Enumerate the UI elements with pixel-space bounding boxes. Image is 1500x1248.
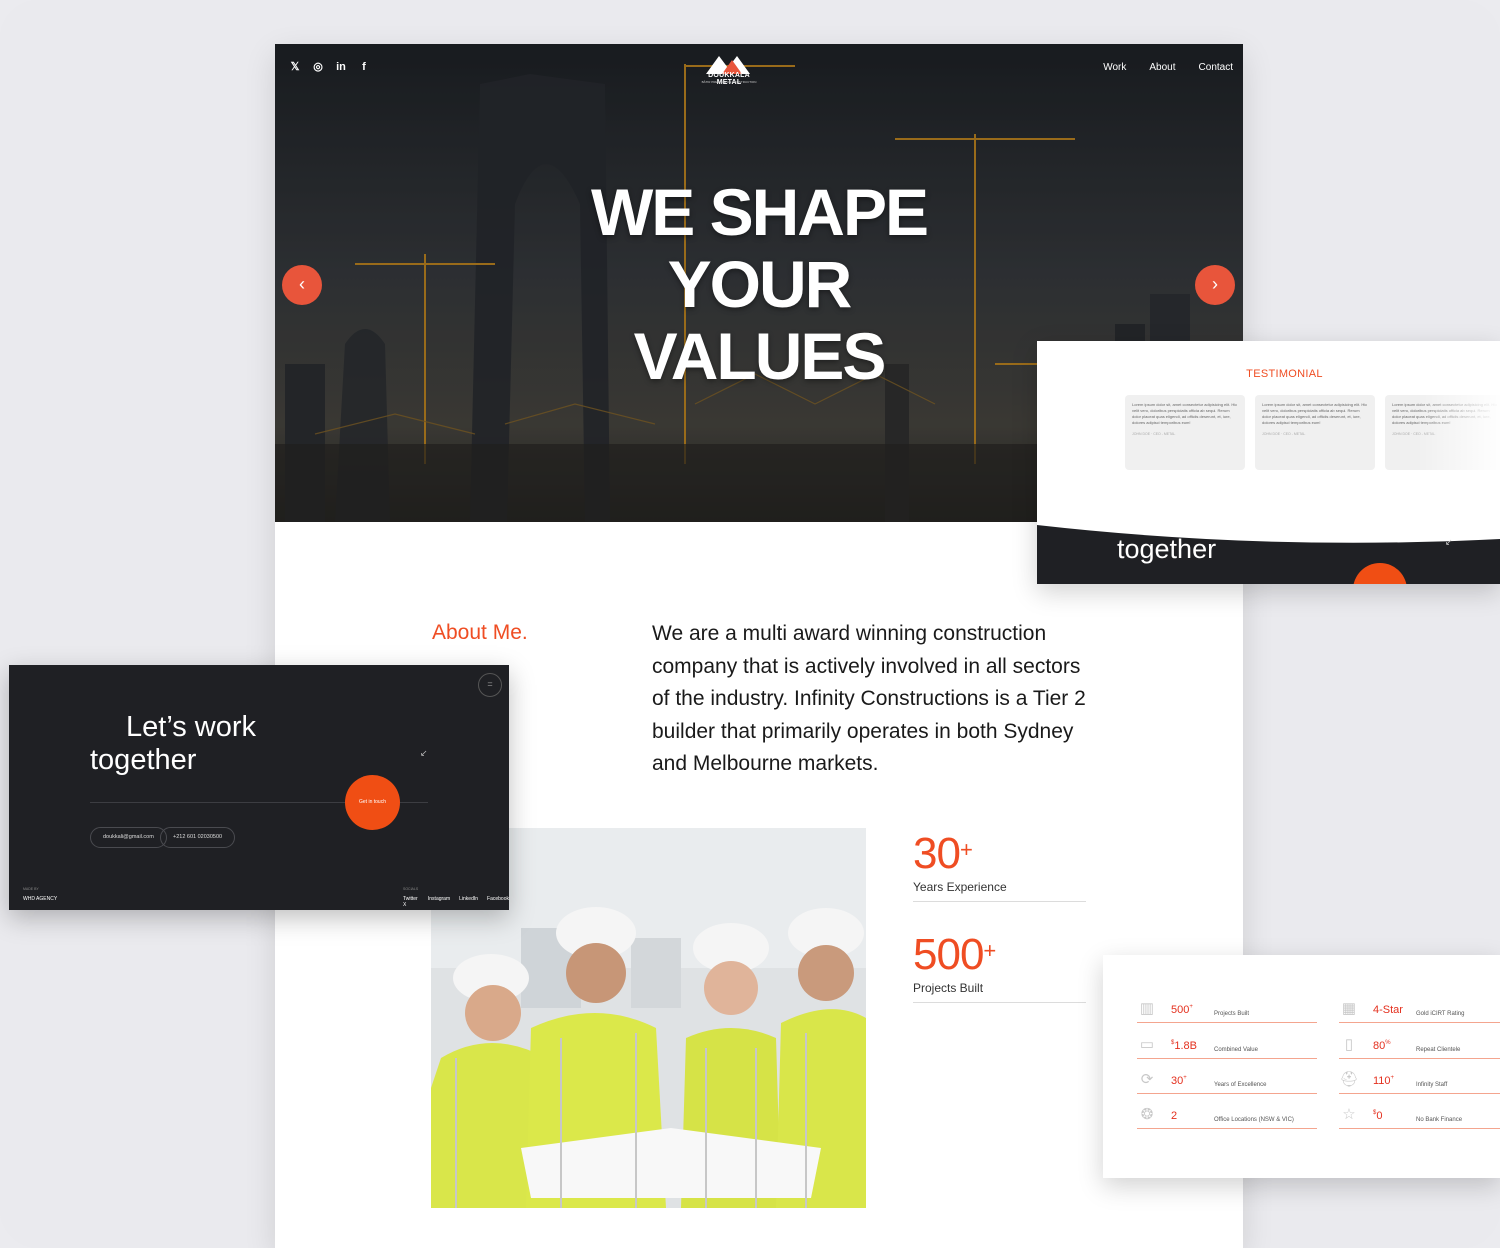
footer-together-text: together [1117,534,1217,564]
chevron-right-icon: › [1212,274,1218,294]
about-heading: About Me. [432,621,528,644]
facebook-icon[interactable]: f [358,61,370,73]
social-links: 𝕏 ◎ in f [289,60,370,74]
stats-value: 80% [1373,1040,1391,1052]
hero-title-line: YOUR [667,247,853,321]
nav-contact[interactable]: Contact [1199,62,1233,73]
stats-value: 30+ [1171,1075,1187,1087]
menu-icon[interactable]: = [478,673,502,697]
stats-value: 110+ [1373,1075,1395,1087]
stats-row: ▥ 500+ Projects Built [1137,999,1317,1023]
linkedin-icon[interactable]: in [335,61,347,73]
stats-row: ❂ 2 Office Locations (NSW & VIC) [1137,1105,1317,1129]
footer-link-linkedin[interactable]: LinkedIn [459,896,478,908]
refresh-icon: ⟳ [1140,1071,1154,1088]
stats-value: $0 [1373,1110,1383,1122]
logo-subtitle: BÂTIR PRESTIGE DE CONSTRUCTION [701,80,757,84]
stat-projects: 500+ Projects Built [913,933,1086,1003]
worker-icon: ⛑ [1339,1071,1359,1088]
stats-value: 2 [1171,1110,1178,1122]
stats-label: Office Locations (NSW & VIC) [1214,1117,1294,1123]
testimonial-heading: TESTIMONIAL [1246,368,1323,380]
testimonial-panel: TESTIMONIAL Lorem ipsum dolor sit, amet … [1037,341,1500,584]
contact-heading-line: Let’s work [126,711,257,743]
stats-row: ⟳ 30+ Years of Excellence [1137,1070,1317,1094]
x-icon[interactable]: 𝕏 [289,60,301,73]
footer-social-links: Twitter X Instagram LinkedIn Facebook [403,896,509,908]
footer-curve [1037,525,1500,584]
footer-link-twitter[interactable]: Twitter X [403,896,419,908]
stats-row: ▭ $1.8B Combined Value [1137,1035,1317,1059]
made-by-label: MADE BY [23,887,39,891]
building-icon: ▥ [1139,1000,1155,1017]
website-main-page: 𝕏 ◎ in f DOUKKALA METAL BÂTIR PRESTIGE D… [275,44,1243,1248]
stats-row: ☆ $0 No Bank Finance [1339,1105,1500,1129]
about-description: We are a multi award winning constructio… [652,622,1086,775]
nav-work[interactable]: Work [1103,62,1126,73]
nav-about[interactable]: About [1149,62,1175,73]
stat-label: Projects Built [913,981,984,995]
hero-title-line: WE SHAPE [590,175,929,249]
agency-name[interactable]: WHD AGENCY [23,896,57,902]
canvas: 𝕏 ◎ in f DOUKKALA METAL BÂTIR PRESTIGE D… [0,0,1500,1248]
stats-value: $1.8B [1171,1040,1197,1052]
stats-value: 500+ [1171,1004,1193,1016]
contact-panel: = Let’s work together ↙ Get in touch dou… [9,665,509,910]
stats-row: ▦ 4-Star Gold iCIRT Rating [1339,999,1500,1023]
get-in-touch-button[interactable]: Get in touch [345,775,400,830]
stats-label: Combined Value [1214,1047,1258,1053]
arrow-down-left-icon: ↙ [420,748,428,758]
arrow-down-left-icon: ↙ [1445,537,1453,547]
slider-next-button[interactable]: › [1195,265,1235,305]
presentation-icon: ▭ [1139,1036,1155,1053]
star-icon: ☆ [1342,1106,1356,1123]
stats-row: ⛑ 110+ Infinity Staff [1339,1070,1500,1094]
stats-label: Gold iCIRT Rating [1416,1011,1465,1017]
stats-label: No Bank Finance [1416,1117,1463,1123]
instagram-icon[interactable]: ◎ [312,60,324,73]
stats-label: Years of Excellence [1214,1082,1267,1088]
carousel-fade [1037,395,1500,475]
door-icon: ▯ [1344,1036,1354,1053]
footer-link-facebook[interactable]: Facebook [487,896,509,908]
stats-label: Projects Built [1214,1011,1250,1017]
chevron-left-icon: ‹ [299,274,305,294]
stat-label: Years Experience [913,880,1007,894]
email-pill[interactable]: doukkali@gmail.com [90,827,167,848]
stats-label: Infinity Staff [1416,1082,1448,1088]
stats-row: ▯ 80% Repeat Clientele [1339,1035,1500,1059]
stats-value: 4-Star [1373,1004,1403,1016]
award-icon: ❂ [1140,1106,1154,1123]
slider-prev-button[interactable]: ‹ [282,265,322,305]
contact-heading-line: together [90,744,197,776]
stats-label: Repeat Clientele [1416,1047,1461,1053]
footer-link-instagram[interactable]: Instagram [428,896,450,908]
main-navigation: Work About Contact [1103,62,1233,73]
star-building-icon: ▦ [1341,1000,1357,1017]
stat-years: 30+ Years Experience [913,832,1086,902]
phone-pill[interactable]: +212 601 02030500 [160,827,236,848]
socials-label: SOCIALS [403,887,419,891]
stat-value: 500+ [913,930,996,979]
stat-value: 30+ [913,829,973,878]
stats-panel: ▥ 500+ Projects Built ▦ 4-Star Gold iCIR… [1103,955,1500,1178]
